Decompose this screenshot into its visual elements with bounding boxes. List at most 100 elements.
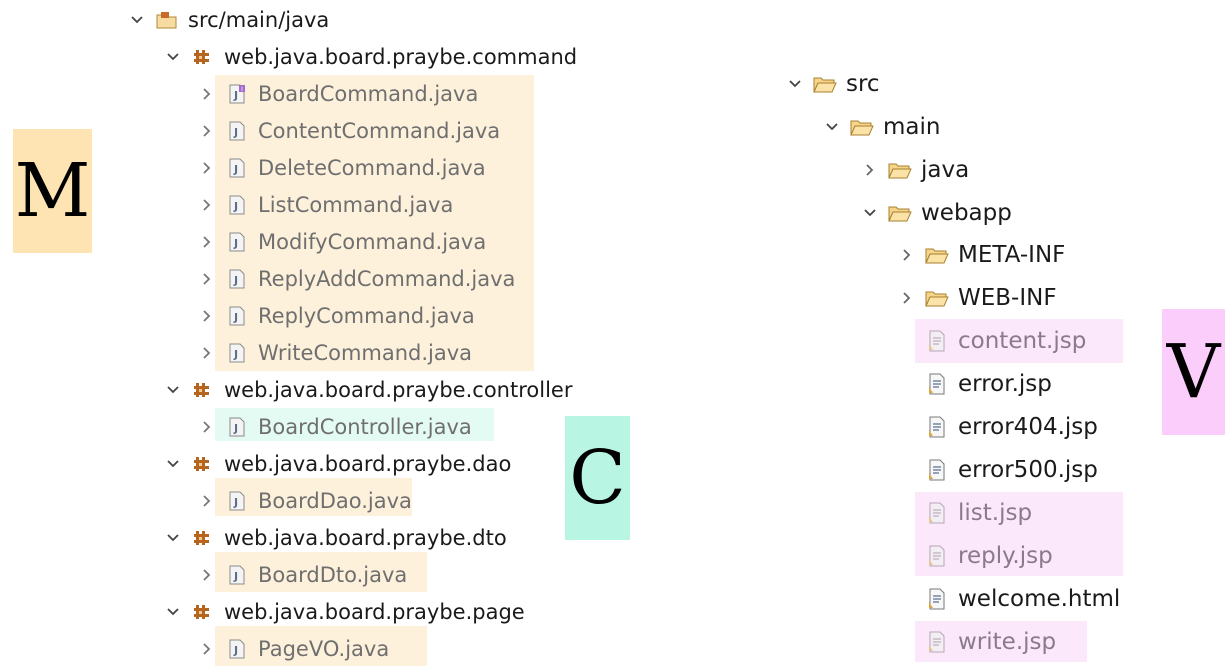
tree-item-web-file[interactable]: write.jsp [898, 624, 1056, 660]
folder-open-icon [924, 243, 950, 267]
tree-item-package[interactable]: web.java.board.praybe.controller [164, 372, 572, 408]
chevron-right-icon[interactable] [198, 492, 216, 510]
tree-item-label: BoardDto.java [258, 563, 408, 587]
chevron-down-icon[interactable] [823, 118, 841, 136]
tree-item-java-file[interactable]: J ListCommand.java [198, 187, 453, 223]
chevron-right-icon[interactable] [198, 159, 216, 177]
chevron-right-icon[interactable] [198, 344, 216, 362]
chevron-down-icon[interactable] [164, 48, 182, 66]
jsp-file-icon [924, 587, 950, 611]
chevron-right-icon[interactable] [198, 233, 216, 251]
tree-item-java-file[interactable]: J WriteCommand.java [198, 335, 472, 371]
svg-text:J: J [233, 311, 238, 324]
tree-item-label: error.jsp [958, 371, 1052, 397]
tree-item-web-file[interactable]: reply.jsp [898, 538, 1053, 574]
source-folder-icon [154, 8, 180, 32]
controller-label: C [565, 416, 630, 540]
tree-item-java-file[interactable]: J BoardDto.java [198, 557, 407, 593]
tree-item-java-file[interactable]: J ReplyCommand.java [198, 298, 475, 334]
chevron-right-icon[interactable] [861, 161, 879, 179]
tree-item-label: ContentCommand.java [258, 119, 501, 143]
tree-item-java[interactable]: java [861, 152, 969, 188]
tree-item-java-file[interactable]: J PageVO.java [198, 631, 389, 667]
chevron-right-icon[interactable] [898, 289, 916, 307]
tree-item-web-file[interactable]: error.jsp [898, 366, 1052, 402]
package-icon [190, 452, 216, 476]
java-interface-icon: JI [224, 82, 250, 106]
tree-item-java-file[interactable]: J BoardDao.java [198, 483, 412, 519]
tree-item-java-file[interactable]: J DeleteCommand.java [198, 150, 486, 186]
tree-item-webapp[interactable]: webapp [861, 195, 1012, 231]
tree-item-web-file[interactable]: welcome.html [898, 581, 1120, 617]
chevron-down-icon[interactable] [164, 455, 182, 473]
chevron-down-icon[interactable] [786, 75, 804, 93]
jsp-file-icon [924, 630, 950, 654]
tree-item-java-file[interactable]: J ModifyCommand.java [198, 224, 486, 260]
svg-text:J: J [233, 126, 238, 139]
tree-item-package[interactable]: web.java.board.praybe.dao [164, 446, 511, 482]
tree-item-label: error500.jsp [958, 457, 1098, 483]
model-label: M [13, 129, 92, 253]
tree-item-src-main-java[interactable]: src/main/java [128, 2, 329, 38]
java-file-icon: J [224, 415, 250, 439]
chevron-down-icon[interactable] [164, 529, 182, 547]
chevron-down-icon[interactable] [861, 204, 879, 222]
svg-text:J: J [233, 496, 238, 509]
tree-item-src[interactable]: src [786, 66, 880, 102]
tree-item-java-file[interactable]: J ReplyAddCommand.java [198, 261, 515, 297]
view-label: V [1162, 309, 1225, 435]
java-file-icon: J [224, 341, 250, 365]
java-file-icon: J [224, 563, 250, 587]
tree-item-web-file[interactable]: content.jsp [898, 323, 1086, 359]
chevron-down-icon[interactable] [128, 11, 146, 29]
package-icon [190, 600, 216, 624]
tree-item-label: reply.jsp [958, 543, 1053, 569]
tree-item-java-file[interactable]: J BoardController.java [198, 409, 472, 445]
tree-item-main[interactable]: main [823, 109, 940, 145]
folder-open-icon [812, 72, 838, 96]
chevron-right-icon[interactable] [198, 85, 216, 103]
jsp-file-icon [924, 544, 950, 568]
tree-item-label: DeleteCommand.java [258, 156, 486, 180]
chevron-right-icon[interactable] [198, 307, 216, 325]
tree-item-label: BoardCommand.java [258, 82, 479, 106]
chevron-right-icon[interactable] [198, 122, 216, 140]
tree-item-web-file[interactable]: error404.jsp [898, 409, 1098, 445]
svg-text:J: J [233, 570, 238, 583]
jsp-file-icon [924, 329, 950, 353]
svg-text:J: J [233, 644, 238, 657]
jsp-file-icon [924, 372, 950, 396]
java-file-icon: J [224, 637, 250, 661]
folder-open-icon [849, 115, 875, 139]
tree-item-meta-inf[interactable]: META-INF [898, 237, 1065, 273]
chevron-right-icon[interactable] [198, 418, 216, 436]
folder-open-icon [924, 286, 950, 310]
chevron-right-icon[interactable] [198, 270, 216, 288]
tree-item-label: main [883, 114, 941, 140]
tree-item-web-inf[interactable]: WEB-INF [898, 280, 1057, 316]
chevron-down-icon[interactable] [164, 381, 182, 399]
tree-item-label: META-INF [958, 242, 1066, 268]
chevron-right-icon[interactable] [198, 196, 216, 214]
svg-text:J: J [233, 348, 238, 361]
tree-item-label: WEB-INF [958, 285, 1057, 311]
java-file-icon: J [224, 193, 250, 217]
tree-item-web-file[interactable]: error500.jsp [898, 452, 1098, 488]
tree-item-java-file[interactable]: J I BoardCommand.java [198, 76, 478, 112]
tree-item-web-file[interactable]: list.jsp [898, 495, 1032, 531]
chevron-right-icon[interactable] [898, 246, 916, 264]
tree-item-package[interactable]: web.java.board.praybe.dto [164, 520, 507, 556]
chevron-down-icon[interactable] [164, 603, 182, 621]
tree-item-label: BoardDao.java [258, 489, 412, 513]
package-icon [190, 378, 216, 402]
tree-item-package[interactable]: web.java.board.praybe.command [164, 39, 577, 75]
tree-item-label: error404.jsp [958, 414, 1098, 440]
chevron-right-icon[interactable] [198, 566, 216, 584]
tree-item-java-file[interactable]: J ContentCommand.java [198, 113, 500, 149]
tree-item-package[interactable]: web.java.board.praybe.page [164, 594, 525, 630]
chevron-right-icon[interactable] [198, 640, 216, 658]
